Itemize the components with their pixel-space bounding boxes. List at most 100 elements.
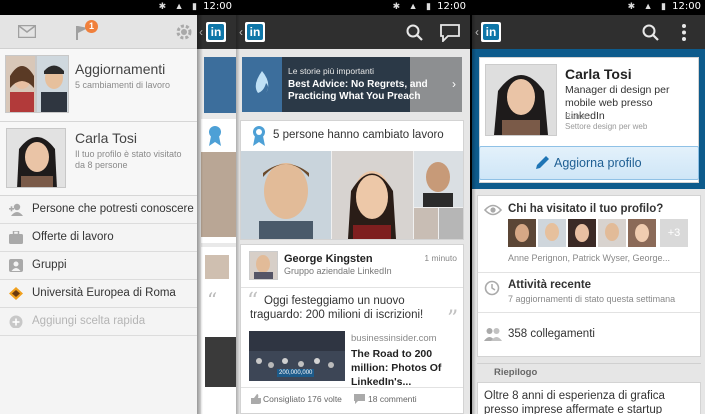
updates-title: Aggiornamenti [75,61,166,77]
summary-text: Oltre 8 anni di esperienza di grafica pr… [484,390,665,414]
status-icons: ✱ ▲ ▮ [158,1,200,11]
linkedin-logo[interactable]: in [206,22,226,42]
summary-label: Riepilogo [494,367,538,378]
activity-sub: 7 aggiornamenti di stato questa settiman… [508,294,676,304]
summary-card: Oltre 8 anni di esperienza di grafica pr… [477,382,701,414]
chat-icon[interactable] [440,24,460,42]
panel-profile: ✱ ▲ ▮ 12:00 ‹ in Carla Tosi Manager di d… [472,0,705,414]
status-time: 12:00 [672,1,701,12]
connections-section[interactable]: 358 collegamenti [478,313,700,357]
app-bar: ‹ in [472,15,705,49]
menu-people-you-may-know[interactable]: Persone che potresti conoscere [0,196,197,224]
profile-item[interactable]: Carla Tosi Il tuo profilo è stato visita… [0,122,197,196]
updates-item[interactable]: Aggiornamenti 5 cambiamenti di lavoro [0,49,197,122]
award-ribbon-icon [253,126,265,146]
chevron-right-icon: › [452,77,456,91]
menu-label: Offerte di lavoro [32,231,114,243]
panel-navigation-drawer: ✱ ▲ ▮ 12:00 1 Aggiornamenti 5 cambiament… [0,0,236,414]
divider [241,287,463,288]
top-stories-banner[interactable]: Le storie più importanti Best Advice: No… [242,57,462,112]
post-author[interactable]: George Kingsten [284,253,373,265]
mail-icon[interactable] [18,25,36,38]
post-group: Gruppo aziendale LinkedIn [284,266,392,276]
menu-jobs[interactable]: Offerte di lavoro [0,224,197,252]
link-domain: businessinsider.com [351,333,437,344]
drawer-shadow [197,15,203,414]
status-bar: ✱ ▲ ▮ 12:00 [0,0,236,15]
status-time: 12:00 [437,1,466,12]
status-icons: ✱ ▲ ▮ [392,1,434,11]
peek-card-2: “ [201,247,236,414]
linkedin-logo[interactable]: in [245,22,265,42]
author-avatar [249,251,278,280]
status-icons: ✱ ▲ ▮ [627,1,669,11]
status-bar: ✱ ▲ ▮ 12:00 [472,0,705,15]
profile-location: Roma [565,112,587,121]
profile-name: Carla Tosi [565,66,632,82]
gear-icon[interactable] [175,23,193,41]
banner-kicker: Le storie più importanti [288,66,374,76]
search-icon[interactable] [406,24,423,41]
visitors-more[interactable]: +3 [660,219,688,247]
briefcase-icon [9,231,23,244]
recommend-count[interactable]: Consigliato 176 volte [263,394,342,404]
activity-title: Attività recente [508,279,592,291]
groups-icon [9,259,23,272]
pulse-flame-icon [242,57,282,112]
svg-text:“: “ [207,288,217,312]
post-card[interactable]: George Kingsten Gruppo aziendale LinkedI… [240,244,464,414]
profile-stats-card: Chi ha visitato il tuo profilo? +3 Anne … [477,195,701,357]
divider [477,363,701,364]
menu-label: Persone che potresti conoscere [32,203,194,215]
comment-icon [354,394,365,404]
update-profile-label: Aggiorna profilo [554,156,642,170]
visitor-avatars [508,219,656,247]
add-icon [9,315,23,328]
update-photo-woman [5,55,36,113]
menu-label: Aggiungi scelta rapida [32,315,146,327]
menu-label: Gruppi [32,259,67,271]
profile-industry: Settore design per web [565,122,648,131]
update-photo-man [36,55,69,113]
visitors-section[interactable]: Chi ha visitato il tuo profilo? +3 Anne … [478,196,700,272]
app-bar: ‹ in [236,15,470,49]
peek-card [201,119,236,243]
drawer-toolbar: 1 [0,15,197,49]
update-profile-button[interactable]: Aggiorna profilo [479,146,699,180]
updates-subtitle: 5 cambiamenti di lavoro [75,80,171,90]
profile-photo [485,64,557,136]
panel-shadow [236,0,240,414]
add-person-icon [9,203,23,216]
clock-icon [484,280,500,296]
peek-banner [204,57,236,113]
divider [241,387,463,388]
profile-visits: Il tuo profilo è stato visitato da 8 per… [75,149,182,170]
thumbs-up-icon [251,394,261,404]
visitors-names: Anne Perignon, Patrick Wyser, George... [508,253,670,263]
recent-activity-section[interactable]: Attività recente 7 aggiornamenti di stat… [478,273,700,311]
linkedin-logo[interactable]: in [481,22,501,42]
search-icon[interactable] [642,24,659,41]
overflow-menu-icon[interactable] [681,24,687,41]
status-time: 12:00 [203,1,232,12]
post-time: 1 minuto [424,253,457,263]
people-collage [241,151,463,239]
visitors-title: Chi ha visitato il tuo profilo? [508,203,664,215]
link-title[interactable]: The Road to 200 million: Photos Of Linke… [351,347,463,389]
job-changes-card[interactable]: 5 persone hanno cambiato lavoro [240,120,464,240]
menu-groups[interactable]: Gruppi [0,252,197,280]
link-thumbnail[interactable]: 200,000,000 [249,331,345,381]
quote-close-icon: ” [447,307,459,332]
menu-university[interactable]: Università Europea di Roma [0,280,197,308]
university-logo-icon [9,287,23,300]
post-text: Oggi festeggiamo un nuovo traguardo: 200… [250,295,424,321]
pencil-icon [536,156,549,169]
banner-title: Best Advice: No Regrets, and Practicing … [288,79,428,102]
nav-drawer: 1 Aggiornamenti 5 cambiamenti di lavoro … [0,15,197,414]
job-changes-text: 5 persone hanno cambiato lavoro [273,129,444,141]
profile-photo [6,128,66,188]
comment-count[interactable]: 18 commenti [368,394,417,404]
connections-count: 358 collegamenti [508,328,595,340]
menu-label: Università Europea di Roma [32,287,176,299]
menu-add-shortcut[interactable]: Aggiungi scelta rapida [0,308,197,336]
